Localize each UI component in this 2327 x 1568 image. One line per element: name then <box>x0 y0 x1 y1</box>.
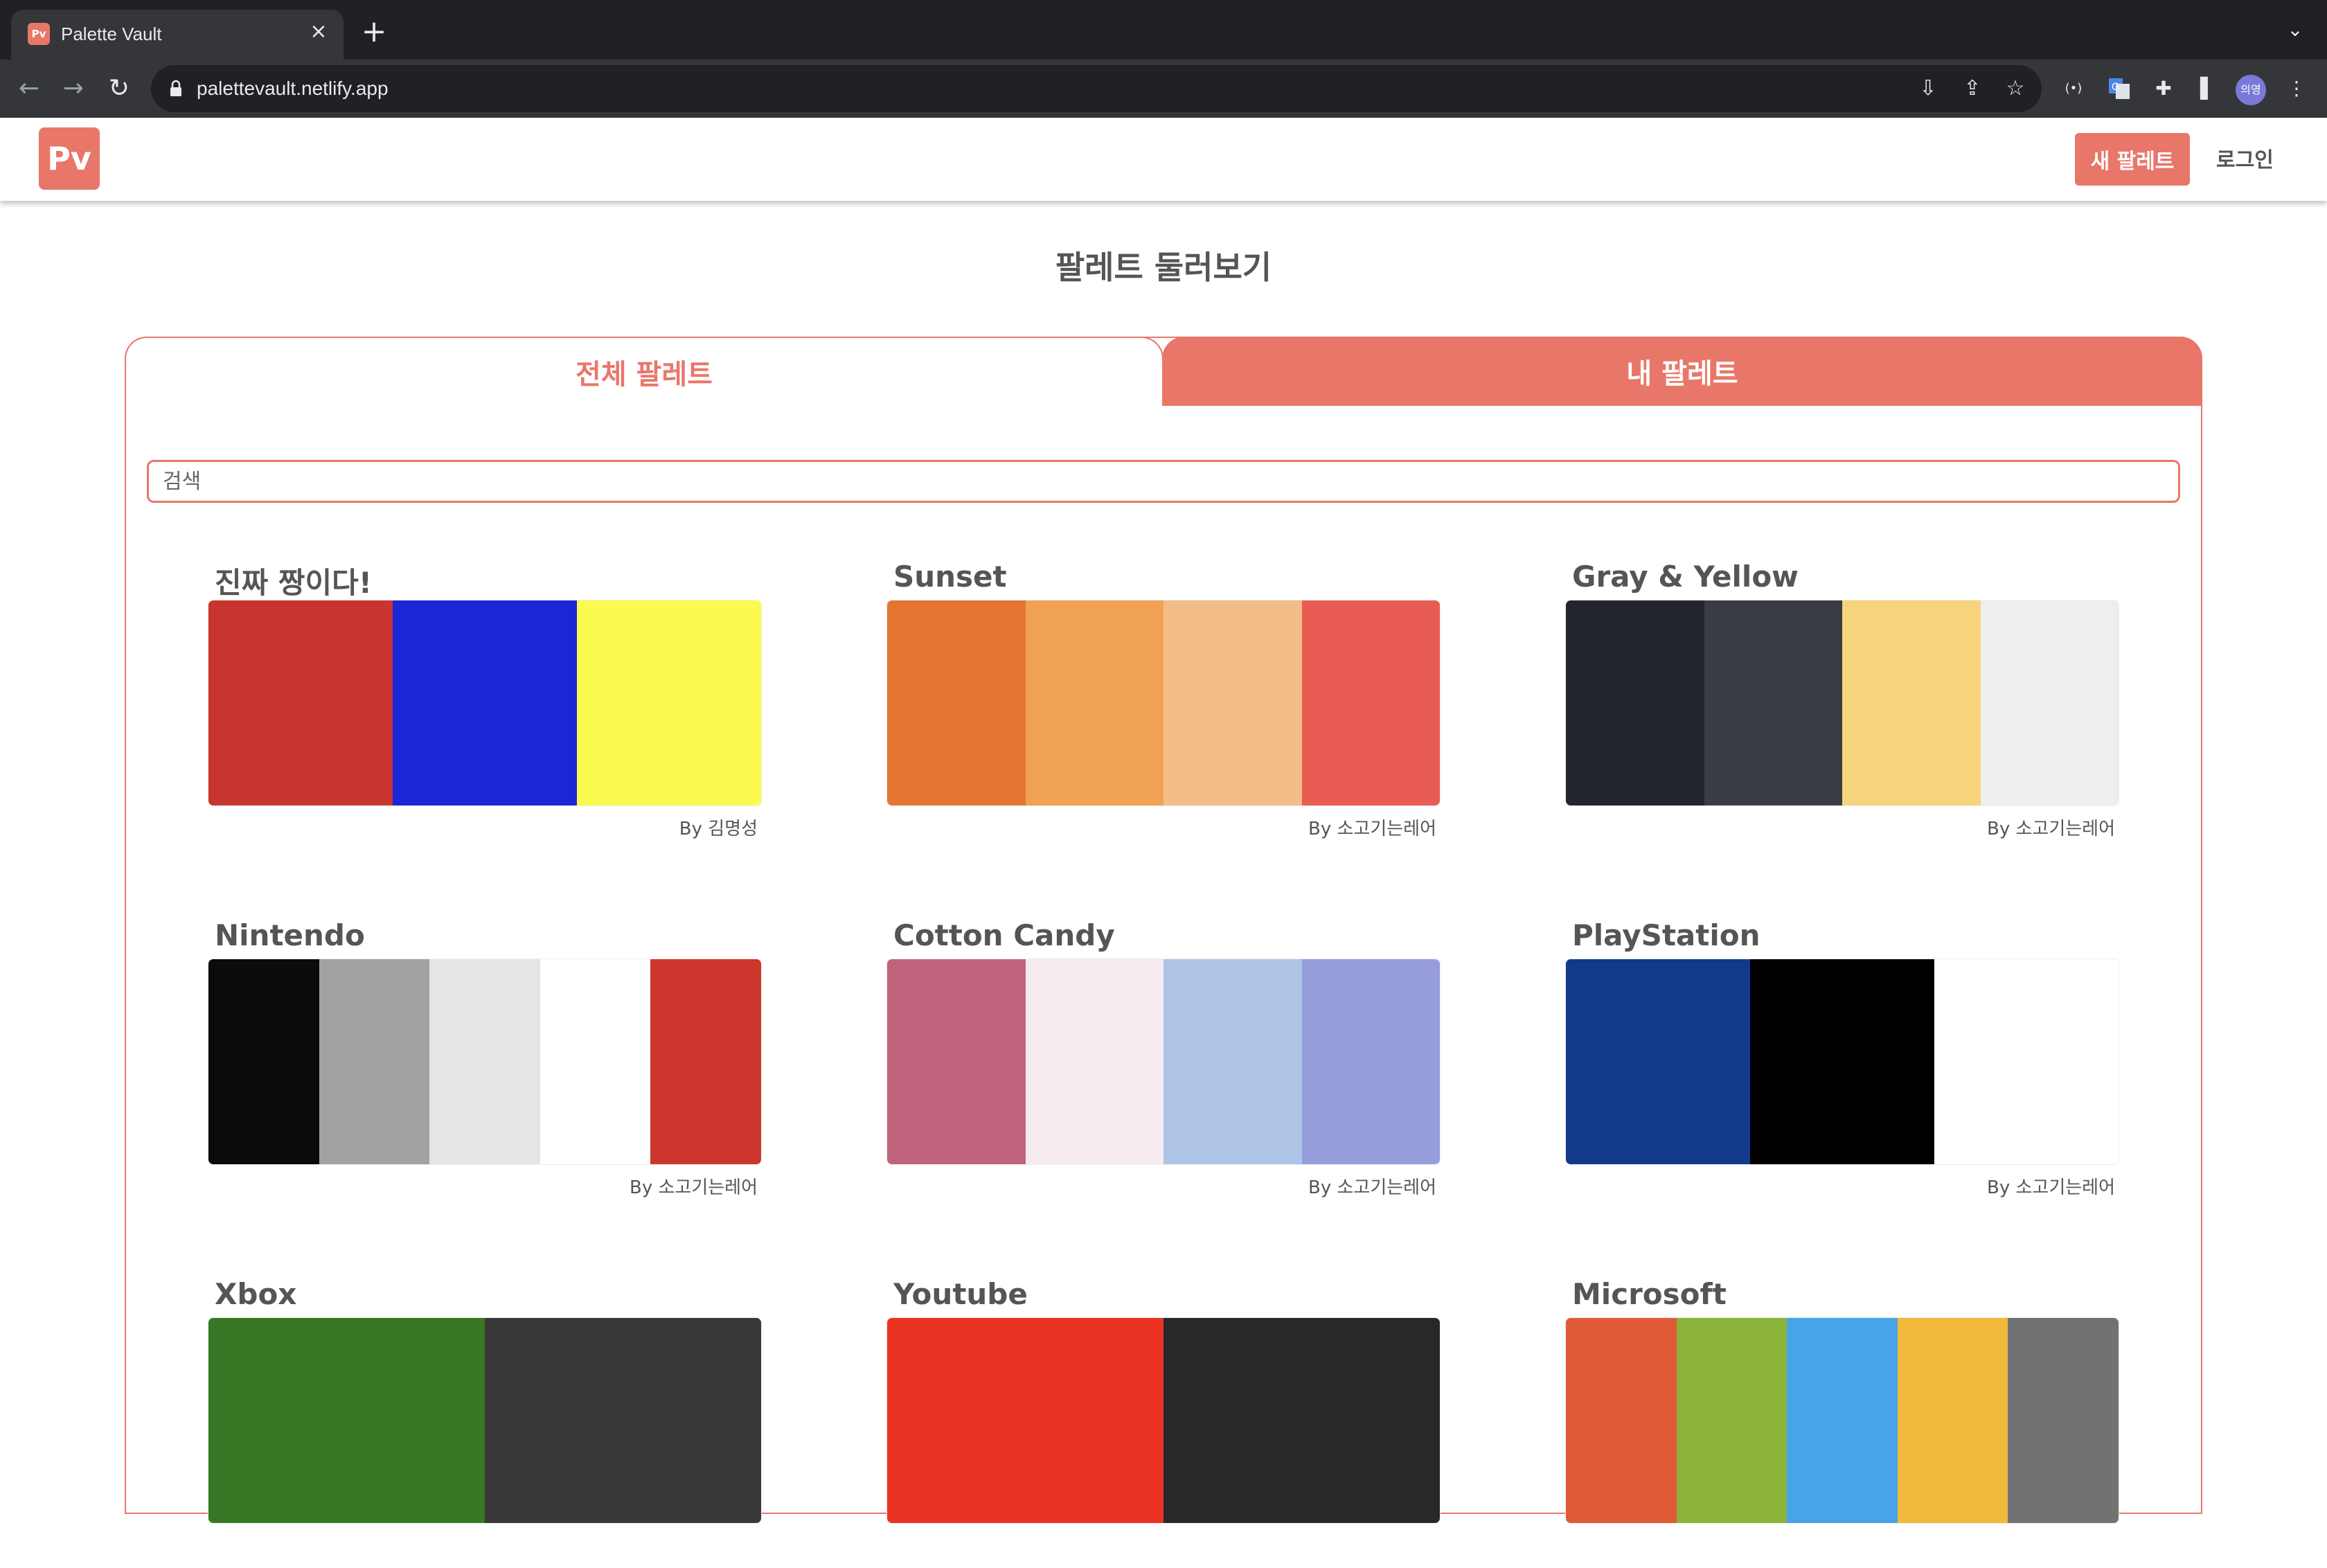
color-swatch[interactable] <box>1025 959 1164 1164</box>
cast-icon[interactable]: (•) <box>2058 73 2089 104</box>
palette-title: Xbox <box>215 1277 297 1311</box>
chevron-down-icon[interactable]: ⌄ <box>2281 18 2309 46</box>
url-text: palettevault.netlify.app <box>197 78 389 99</box>
color-swatch[interactable] <box>2008 1318 2119 1523</box>
favicon-icon: Pv <box>28 23 50 45</box>
color-swatch[interactable] <box>1301 959 1440 1164</box>
color-swatch[interactable] <box>887 600 1026 805</box>
sidepanel-icon[interactable]: ▌ <box>2193 73 2223 104</box>
palette-title: Gray & Yellow <box>1572 560 1799 594</box>
color-swatch[interactable] <box>1980 600 2119 805</box>
color-swatch[interactable] <box>1164 959 1302 1164</box>
palette-author: By 소고기는레어 <box>1308 1177 1436 1198</box>
forward-icon[interactable]: → <box>57 72 90 105</box>
color-swatch[interactable] <box>429 959 540 1164</box>
color-swatch[interactable] <box>1897 1318 2008 1523</box>
palette-card[interactable]: Xbox <box>208 1277 762 1568</box>
palette-card[interactable]: Microsoft <box>1565 1277 2119 1568</box>
color-swatch[interactable] <box>1566 959 1750 1164</box>
color-swatch[interactable] <box>650 959 761 1164</box>
color-swatch[interactable] <box>1934 959 2119 1164</box>
palette-title: PlayStation <box>1572 918 1760 952</box>
palette-title: Youtube <box>893 1277 1028 1311</box>
reload-icon[interactable]: ↻ <box>102 72 136 105</box>
palette-swatches[interactable] <box>886 600 1441 806</box>
palette-author: By 소고기는레어 <box>1986 1177 2115 1198</box>
palette-author: By 소고기는레어 <box>1986 819 2115 839</box>
palette-author: By 소고기는레어 <box>629 1177 758 1198</box>
share-icon[interactable]: ⇪ <box>1959 75 1986 103</box>
color-swatch[interactable] <box>208 959 319 1164</box>
color-swatch[interactable] <box>1704 600 1842 805</box>
palette-title: 진짜 짱이다! <box>215 566 372 600</box>
palette-swatches[interactable] <box>1565 600 2119 806</box>
new-palette-button[interactable]: 새 팔레트 <box>2075 133 2190 186</box>
palette-title: Cotton Candy <box>893 918 1115 952</box>
address-bar[interactable]: palettevault.netlify.app ⇩ ⇪ ☆ <box>151 65 2042 112</box>
palette-swatches[interactable] <box>208 959 762 1165</box>
color-swatch[interactable] <box>887 959 1026 1164</box>
browser-toolbar: ← → ↻ palettevault.netlify.app ⇩ ⇪ ☆ (•)… <box>0 60 2327 118</box>
tab-my-palettes[interactable]: 내 팔레트 <box>1162 337 2202 406</box>
back-icon[interactable]: ← <box>12 72 46 105</box>
color-swatch[interactable] <box>1164 600 1302 805</box>
color-swatch[interactable] <box>1750 959 1934 1164</box>
color-swatch[interactable] <box>540 959 651 1164</box>
login-link[interactable]: 로그인 <box>2216 143 2274 173</box>
extensions-puzzle-icon[interactable]: ✚ <box>2148 73 2179 104</box>
palette-card[interactable]: Gray & Yellow By 소고기는레어 <box>1565 560 2119 850</box>
search-input[interactable] <box>147 460 2180 503</box>
palette-card[interactable]: 진짜 짱이다! By 김명성 <box>208 560 762 850</box>
lock-icon <box>170 80 181 96</box>
color-swatch[interactable] <box>887 1318 1164 1523</box>
profile-avatar[interactable]: 의영 <box>2236 75 2266 105</box>
palette-swatches[interactable] <box>1565 959 2119 1165</box>
logo[interactable]: Pv <box>39 127 100 190</box>
new-tab-icon[interactable]: + <box>357 17 391 50</box>
bookmark-star-icon[interactable]: ☆ <box>2001 75 2029 103</box>
color-swatch[interactable] <box>577 600 761 805</box>
color-swatch[interactable] <box>1164 1318 1440 1523</box>
tab-all-palettes[interactable]: 전체 팔레트 <box>125 337 1164 406</box>
close-icon[interactable]: × <box>306 19 331 44</box>
palette-title: Nintendo <box>215 918 365 952</box>
more-menu-icon[interactable]: ⋮ <box>2281 73 2312 104</box>
palette-card[interactable]: Youtube <box>886 1277 1441 1568</box>
palette-swatches[interactable] <box>886 1317 1441 1524</box>
color-swatch[interactable] <box>1676 1318 1787 1523</box>
color-swatch[interactable] <box>1566 600 1704 805</box>
color-swatch[interactable] <box>1025 600 1164 805</box>
color-swatch[interactable] <box>1842 600 1981 805</box>
tab-title: Palette Vault <box>61 24 162 44</box>
palette-title: Sunset <box>893 560 1007 594</box>
palette-swatches[interactable] <box>208 1317 762 1524</box>
color-swatch[interactable] <box>393 600 577 805</box>
palette-card[interactable]: Nintendo By 소고기는레어 <box>208 918 762 1209</box>
color-swatch[interactable] <box>1301 600 1440 805</box>
palette-title: Microsoft <box>1572 1277 1727 1311</box>
color-swatch[interactable] <box>208 1318 485 1523</box>
palette-author: By 김명성 <box>679 819 758 839</box>
palette-swatches[interactable] <box>886 959 1441 1165</box>
app-header: Pv 새 팔레트 로그인 <box>0 118 2327 201</box>
palette-swatches[interactable] <box>1565 1317 2119 1524</box>
translate-icon[interactable]: G <box>2104 73 2134 104</box>
palette-author: By 소고기는레어 <box>1308 819 1436 839</box>
color-swatch[interactable] <box>208 600 393 805</box>
install-icon[interactable]: ⇩ <box>1914 75 1942 103</box>
browser-tab[interactable]: Pv Palette Vault × <box>11 10 344 60</box>
palette-card[interactable]: Cotton Candy By 소고기는레어 <box>886 918 1441 1209</box>
color-swatch[interactable] <box>1566 1318 1677 1523</box>
color-swatch[interactable] <box>1787 1318 1898 1523</box>
palette-swatches[interactable] <box>208 600 762 806</box>
palette-card[interactable]: Sunset By 소고기는레어 <box>886 560 1441 850</box>
page-title: 팔레트 둘러보기 <box>1055 249 1272 286</box>
color-swatch[interactable] <box>319 959 430 1164</box>
browser-tab-bar: Pv Palette Vault × + ⌄ <box>0 0 2327 60</box>
svg-text:G: G <box>2112 82 2119 93</box>
color-swatch[interactable] <box>485 1318 761 1523</box>
palette-card[interactable]: PlayStation By 소고기는레어 <box>1565 918 2119 1209</box>
